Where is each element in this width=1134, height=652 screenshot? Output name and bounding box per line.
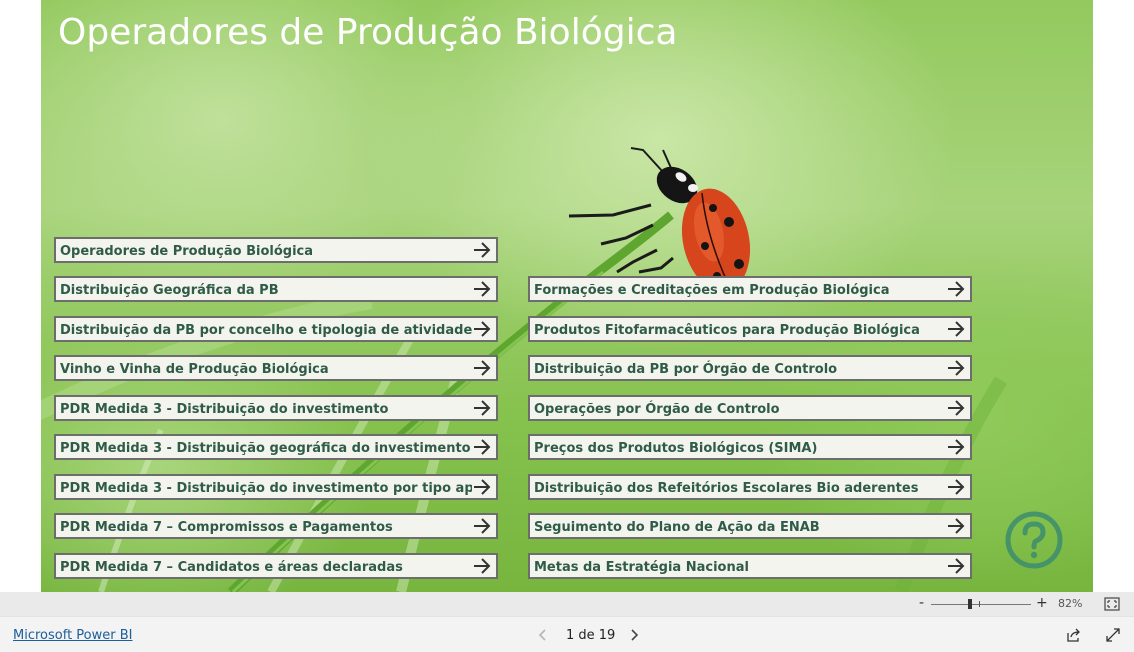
zoom-in-button[interactable]: + — [1036, 595, 1048, 611]
arrow-right-icon — [948, 518, 965, 534]
nav-button-metas[interactable]: Metas da Estratégia Nacional — [528, 553, 972, 579]
arrow-right-icon — [474, 360, 491, 376]
nav-button-label: Operações por Órgão de Controlo — [534, 402, 780, 417]
arrow-right-icon — [474, 242, 491, 258]
report-canvas: Operadores de Produção Biológica Operado… — [41, 0, 1093, 592]
nav-button-label: Distribuição Geográfica da PB — [60, 283, 279, 298]
nav-button-refeitorios[interactable]: Distribuição dos Refeitórios Escolares B… — [528, 474, 972, 500]
zoom-slider-track[interactable] — [931, 604, 1031, 605]
nav-button-operadores[interactable]: Operadores de Produção Biológica — [54, 237, 498, 263]
nav-button-label: PDR Medida 3 - Distribuição do investime… — [60, 481, 472, 496]
fullscreen-icon[interactable] — [1105, 627, 1121, 643]
nav-button-pdr7-candidatos[interactable]: PDR Medida 7 – Candidatos e áreas declar… — [54, 553, 498, 579]
nav-button-distribuicao-geografica[interactable]: Distribuição Geográfica da PB — [54, 276, 498, 302]
nav-button-label: PDR Medida 3 - Distribuição geográfica d… — [60, 441, 471, 456]
nav-button-operacoes-orgao[interactable]: Operações por Órgão de Controlo — [528, 395, 972, 421]
page-title: Operadores de Produção Biológica — [58, 12, 678, 53]
nav-button-label: Formações e Creditações em Produção Biol… — [534, 283, 890, 298]
nav-button-vinho-vinha[interactable]: Vinho e Vinha de Produção Biológica — [54, 355, 498, 381]
arrow-right-icon — [474, 281, 491, 297]
arrow-right-icon — [948, 558, 965, 574]
nav-button-pdr3-investimento[interactable]: PDR Medida 3 - Distribuição do investime… — [54, 395, 498, 421]
fit-to-page-icon[interactable] — [1104, 597, 1120, 611]
arrow-right-icon — [474, 321, 491, 337]
chevron-left-icon[interactable] — [537, 628, 549, 642]
share-icon[interactable] — [1066, 627, 1082, 643]
nav-button-label: Metas da Estratégia Nacional — [534, 560, 749, 575]
arrow-right-icon — [948, 400, 965, 416]
nav-button-label: Produtos Fitofarmacêuticos para Produção… — [534, 323, 920, 338]
footer-bar: Microsoft Power BI 1 de 19 — [0, 616, 1134, 652]
nav-button-label: Distribuição dos Refeitórios Escolares B… — [534, 481, 919, 496]
arrow-right-icon — [474, 400, 491, 416]
zoom-bar: - + 82% — [0, 592, 1134, 616]
nav-button-label: Seguimento do Plano de Ação da ENAB — [534, 520, 820, 535]
nav-button-pdr3-tipo-apoio[interactable]: PDR Medida 3 - Distribuição do investime… — [54, 474, 498, 500]
power-bi-link[interactable]: Microsoft Power BI — [13, 628, 132, 643]
nav-button-pdr7-compromissos[interactable]: PDR Medida 7 – Compromissos e Pagamentos — [54, 513, 498, 539]
nav-button-orgao-controlo[interactable]: Distribuição da PB por Órgão de Controlo — [528, 355, 972, 381]
arrow-right-icon — [948, 479, 965, 495]
nav-button-label: Operadores de Produção Biológica — [60, 244, 314, 259]
nav-button-label: PDR Medida 3 - Distribuição do investime… — [60, 402, 389, 417]
nav-button-formacoes[interactable]: Formações e Creditações em Produção Biol… — [528, 276, 972, 302]
nav-button-label: Distribuição da PB por concelho e tipolo… — [60, 323, 472, 338]
zoom-out-button[interactable]: - — [919, 595, 924, 611]
zoom-value: 82% — [1058, 597, 1083, 610]
nav-button-precos-sima[interactable]: Preços dos Produtos Biológicos (SIMA) — [528, 434, 972, 460]
chevron-right-icon[interactable] — [628, 628, 640, 642]
arrow-right-icon — [474, 439, 491, 455]
power-bi-viewer: Operadores de Produção Biológica Operado… — [0, 0, 1134, 652]
arrow-right-icon — [948, 360, 965, 376]
arrow-right-icon — [948, 281, 965, 297]
nav-button-label: Preços dos Produtos Biológicos (SIMA) — [534, 441, 818, 456]
nav-button-label: PDR Medida 7 – Candidatos e áreas declar… — [60, 560, 403, 575]
nav-button-concelho-tipologia[interactable]: Distribuição da PB por concelho e tipolo… — [54, 316, 498, 342]
page-indicator: 1 de 19 — [566, 628, 616, 643]
nav-button-plano-enab[interactable]: Seguimento do Plano de Ação da ENAB — [528, 513, 972, 539]
zoom-slider-thumb[interactable] — [968, 599, 972, 609]
zoom-slider-default-tick — [979, 601, 980, 607]
arrow-right-icon — [474, 479, 491, 495]
arrow-right-icon — [474, 518, 491, 534]
question-mark-icon[interactable] — [1004, 510, 1064, 570]
nav-button-fitofarmaceuticos[interactable]: Produtos Fitofarmacêuticos para Produção… — [528, 316, 972, 342]
arrow-right-icon — [948, 321, 965, 337]
nav-button-label: PDR Medida 7 – Compromissos e Pagamentos — [60, 520, 393, 535]
arrow-right-icon — [948, 439, 965, 455]
nav-button-label: Vinho e Vinha de Produção Biológica — [60, 362, 329, 377]
nav-button-pdr3-geografica[interactable]: PDR Medida 3 - Distribuição geográfica d… — [54, 434, 498, 460]
nav-button-label: Distribuição da PB por Órgão de Controlo — [534, 362, 838, 377]
arrow-right-icon — [474, 558, 491, 574]
